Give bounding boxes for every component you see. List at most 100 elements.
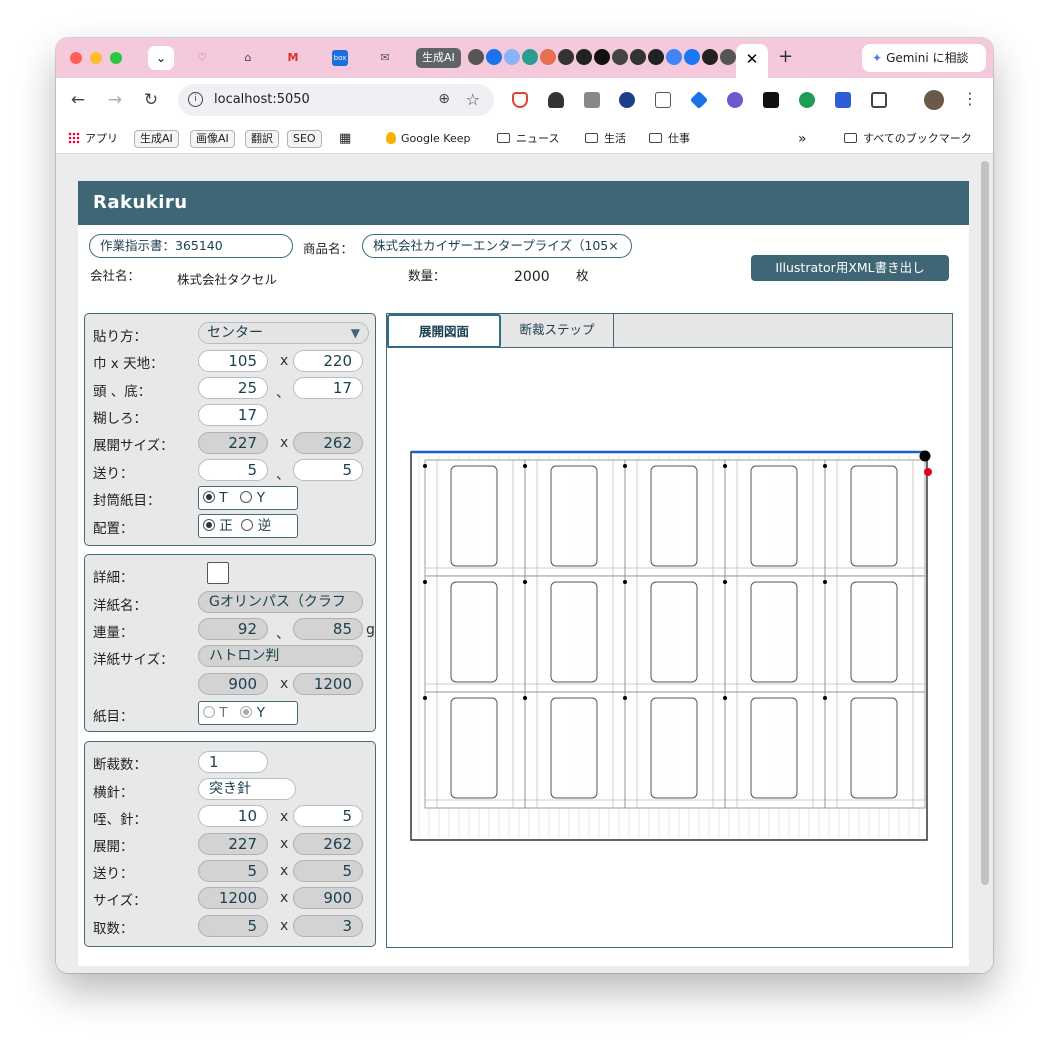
bookmark-image-ai[interactable]: 画像AI: [190, 130, 235, 148]
rakukiru-app: Rakukiru 作業指示書：365140 商品名： 株式会社カイザーエンタープ…: [78, 181, 969, 966]
envelope-grain-radio-group: T Y: [198, 486, 298, 510]
tab-favicon-icon[interactable]: [504, 49, 520, 65]
extension-check-icon[interactable]: [619, 92, 635, 108]
tab-favicon-icon[interactable]: [720, 49, 736, 65]
tab-favicon-icon[interactable]: [522, 49, 538, 65]
site-info-icon[interactable]: i: [188, 92, 203, 107]
bookmark-keep[interactable]: Google Keep: [386, 130, 470, 148]
tab-layout[interactable]: 展開図面: [387, 314, 501, 348]
extension-tag-icon[interactable]: [689, 90, 709, 110]
tab-favicon-icon[interactable]: [486, 49, 502, 65]
glue-label: 糊しろ：: [93, 411, 147, 427]
paper-grain-radio-group: T Y: [198, 701, 298, 725]
side-guide-input[interactable]: 突き針: [198, 778, 296, 800]
count-a-field: 5: [198, 915, 268, 937]
active-tab-close-icon[interactable]: ✕: [736, 44, 768, 78]
browser-menu-icon[interactable]: ⋮: [962, 89, 978, 108]
zoom-icon[interactable]: ⊕: [438, 91, 450, 107]
bookmark-apps[interactable]: アプリ: [68, 130, 118, 148]
tab-favicon-icon[interactable]: [540, 49, 556, 65]
extension-robot-icon[interactable]: [548, 92, 564, 108]
extension-camera-icon[interactable]: [584, 92, 600, 108]
page-scrollbar[interactable]: [981, 161, 989, 885]
forward-arrow-icon[interactable]: →: [105, 90, 125, 110]
extension-edit-icon[interactable]: [655, 92, 671, 108]
bookmark-translate[interactable]: 翻訳: [245, 130, 279, 148]
extensions-puzzle-icon[interactable]: [871, 92, 887, 108]
gripper-a-input[interactable]: 10: [198, 805, 268, 827]
bookmark-news[interactable]: ニュース: [497, 130, 559, 148]
reload-icon[interactable]: ↻: [141, 90, 161, 110]
size-label: 巾 x 天地：: [93, 356, 164, 372]
box-tab-icon[interactable]: box: [332, 50, 348, 66]
tab-favicon-icon[interactable]: [612, 49, 628, 65]
tab-group-gen-ai[interactable]: 生成AI: [416, 48, 461, 68]
detail-checkbox[interactable]: [207, 562, 229, 584]
gemini-button[interactable]: ✦ Gemini に相談: [862, 44, 986, 72]
feed-a-input[interactable]: 5: [198, 459, 268, 481]
tab-favicon-icon[interactable]: [630, 49, 646, 65]
gripper-b-input[interactable]: 5: [293, 805, 363, 827]
cuts-input[interactable]: 1: [198, 751, 268, 773]
width-input[interactable]: 105: [198, 350, 268, 372]
extension-target-icon[interactable]: [727, 92, 743, 108]
bookmark-qr-icon[interactable]: ▦: [339, 130, 351, 148]
placement-normal-radio[interactable]: [203, 519, 215, 531]
shield-tab-icon[interactable]: ♡: [194, 50, 210, 66]
tab-favicons-row[interactable]: [468, 49, 754, 67]
bookmark-seo[interactable]: SEO: [287, 130, 322, 148]
gmail-tab-icon[interactable]: M: [285, 50, 301, 66]
minimize-window-button[interactable]: [90, 52, 102, 64]
job-info: 作業指示書：365140 商品名： 株式会社カイザーエンタープライズ（105× …: [78, 225, 969, 295]
height-input[interactable]: 220: [293, 350, 363, 372]
head-input[interactable]: 25: [198, 377, 268, 399]
placement-reverse-radio[interactable]: [241, 519, 254, 531]
tab-favicon-icon[interactable]: [648, 49, 664, 65]
tab-favicon-icon[interactable]: [594, 49, 610, 65]
feed-b-input[interactable]: 5: [293, 459, 363, 481]
bookmark-work[interactable]: 仕事: [649, 130, 690, 148]
home-tab-icon[interactable]: ⌂: [240, 50, 256, 66]
gripper-label: 咥、針：: [93, 812, 147, 828]
glue-input[interactable]: 17: [198, 404, 268, 426]
tab-favicon-icon[interactable]: [558, 49, 574, 65]
tab-favicon-icon[interactable]: [576, 49, 592, 65]
tab-favicon-icon[interactable]: [684, 49, 700, 65]
extension-record-icon[interactable]: [799, 92, 815, 108]
paste-select[interactable]: センター ▼: [198, 322, 369, 344]
bookmark-gen-ai[interactable]: 生成AI: [134, 130, 179, 148]
mail-tab-icon[interactable]: ✉: [377, 50, 393, 66]
back-arrow-icon[interactable]: ←: [68, 90, 88, 110]
zoom-window-button[interactable]: [110, 52, 122, 64]
tab-favicon-icon[interactable]: [468, 49, 484, 65]
tab-search-chevron-icon[interactable]: ⌄: [148, 46, 174, 70]
order-number-field[interactable]: 作業指示書：365140: [89, 234, 293, 258]
bookmark-all-label: すべてのブックマーク: [863, 132, 972, 145]
tab-favicon-icon[interactable]: [666, 49, 682, 65]
grain-y-radio[interactable]: [240, 491, 253, 503]
tab-cut-steps[interactable]: 断裁ステップ: [501, 314, 614, 348]
paper-grain-y-label: Y: [256, 705, 265, 721]
times-separator: x: [280, 836, 289, 852]
product-name-field[interactable]: 株式会社カイザーエンタープライズ（105×: [362, 234, 632, 258]
profile-avatar[interactable]: [924, 90, 944, 110]
extension-n-icon[interactable]: [835, 92, 851, 108]
address-bar[interactable]: i localhost:5050 ⊕ ☆: [178, 84, 494, 116]
extension-send-icon[interactable]: [763, 92, 779, 108]
corner-marker-black: [919, 450, 931, 462]
paper-grain-y-radio[interactable]: [240, 706, 253, 718]
bookmark-life[interactable]: 生活: [585, 130, 626, 148]
tab-favicon-icon[interactable]: [702, 49, 718, 65]
registration-dot: [523, 464, 527, 468]
grain-t-radio[interactable]: [203, 491, 215, 503]
more-bookmarks-chevron-icon[interactable]: »: [798, 130, 807, 148]
paper-grain-t-radio[interactable]: [203, 706, 215, 718]
bottom-input[interactable]: 17: [293, 377, 363, 399]
bookmark-star-icon[interactable]: ☆: [466, 90, 480, 109]
bookmark-all[interactable]: すべてのブックマーク: [844, 130, 972, 148]
new-tab-button[interactable]: +: [778, 46, 793, 67]
url-text[interactable]: localhost:5050: [214, 92, 310, 107]
close-window-button[interactable]: [70, 52, 82, 64]
export-xml-button[interactable]: Illustrator用XML書き出し: [751, 255, 949, 281]
extension-shield-icon[interactable]: [512, 92, 528, 108]
